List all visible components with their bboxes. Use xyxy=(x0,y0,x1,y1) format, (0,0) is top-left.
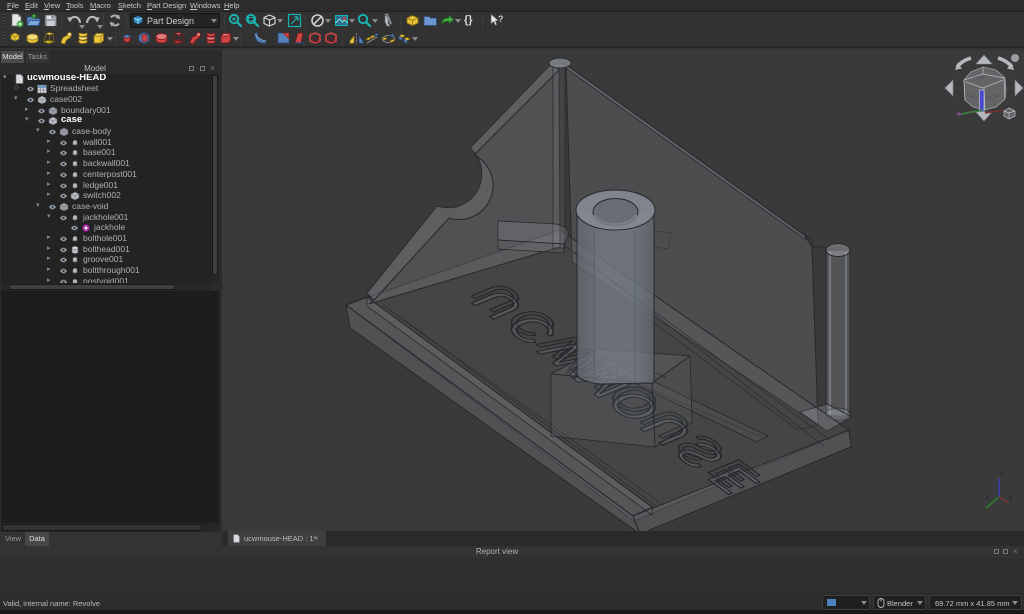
svg-text:?: ? xyxy=(498,14,504,24)
svg-text:Y: Y xyxy=(985,495,990,502)
svg-text:X: X xyxy=(1008,495,1013,502)
svg-text:Z: Z xyxy=(1000,472,1005,479)
